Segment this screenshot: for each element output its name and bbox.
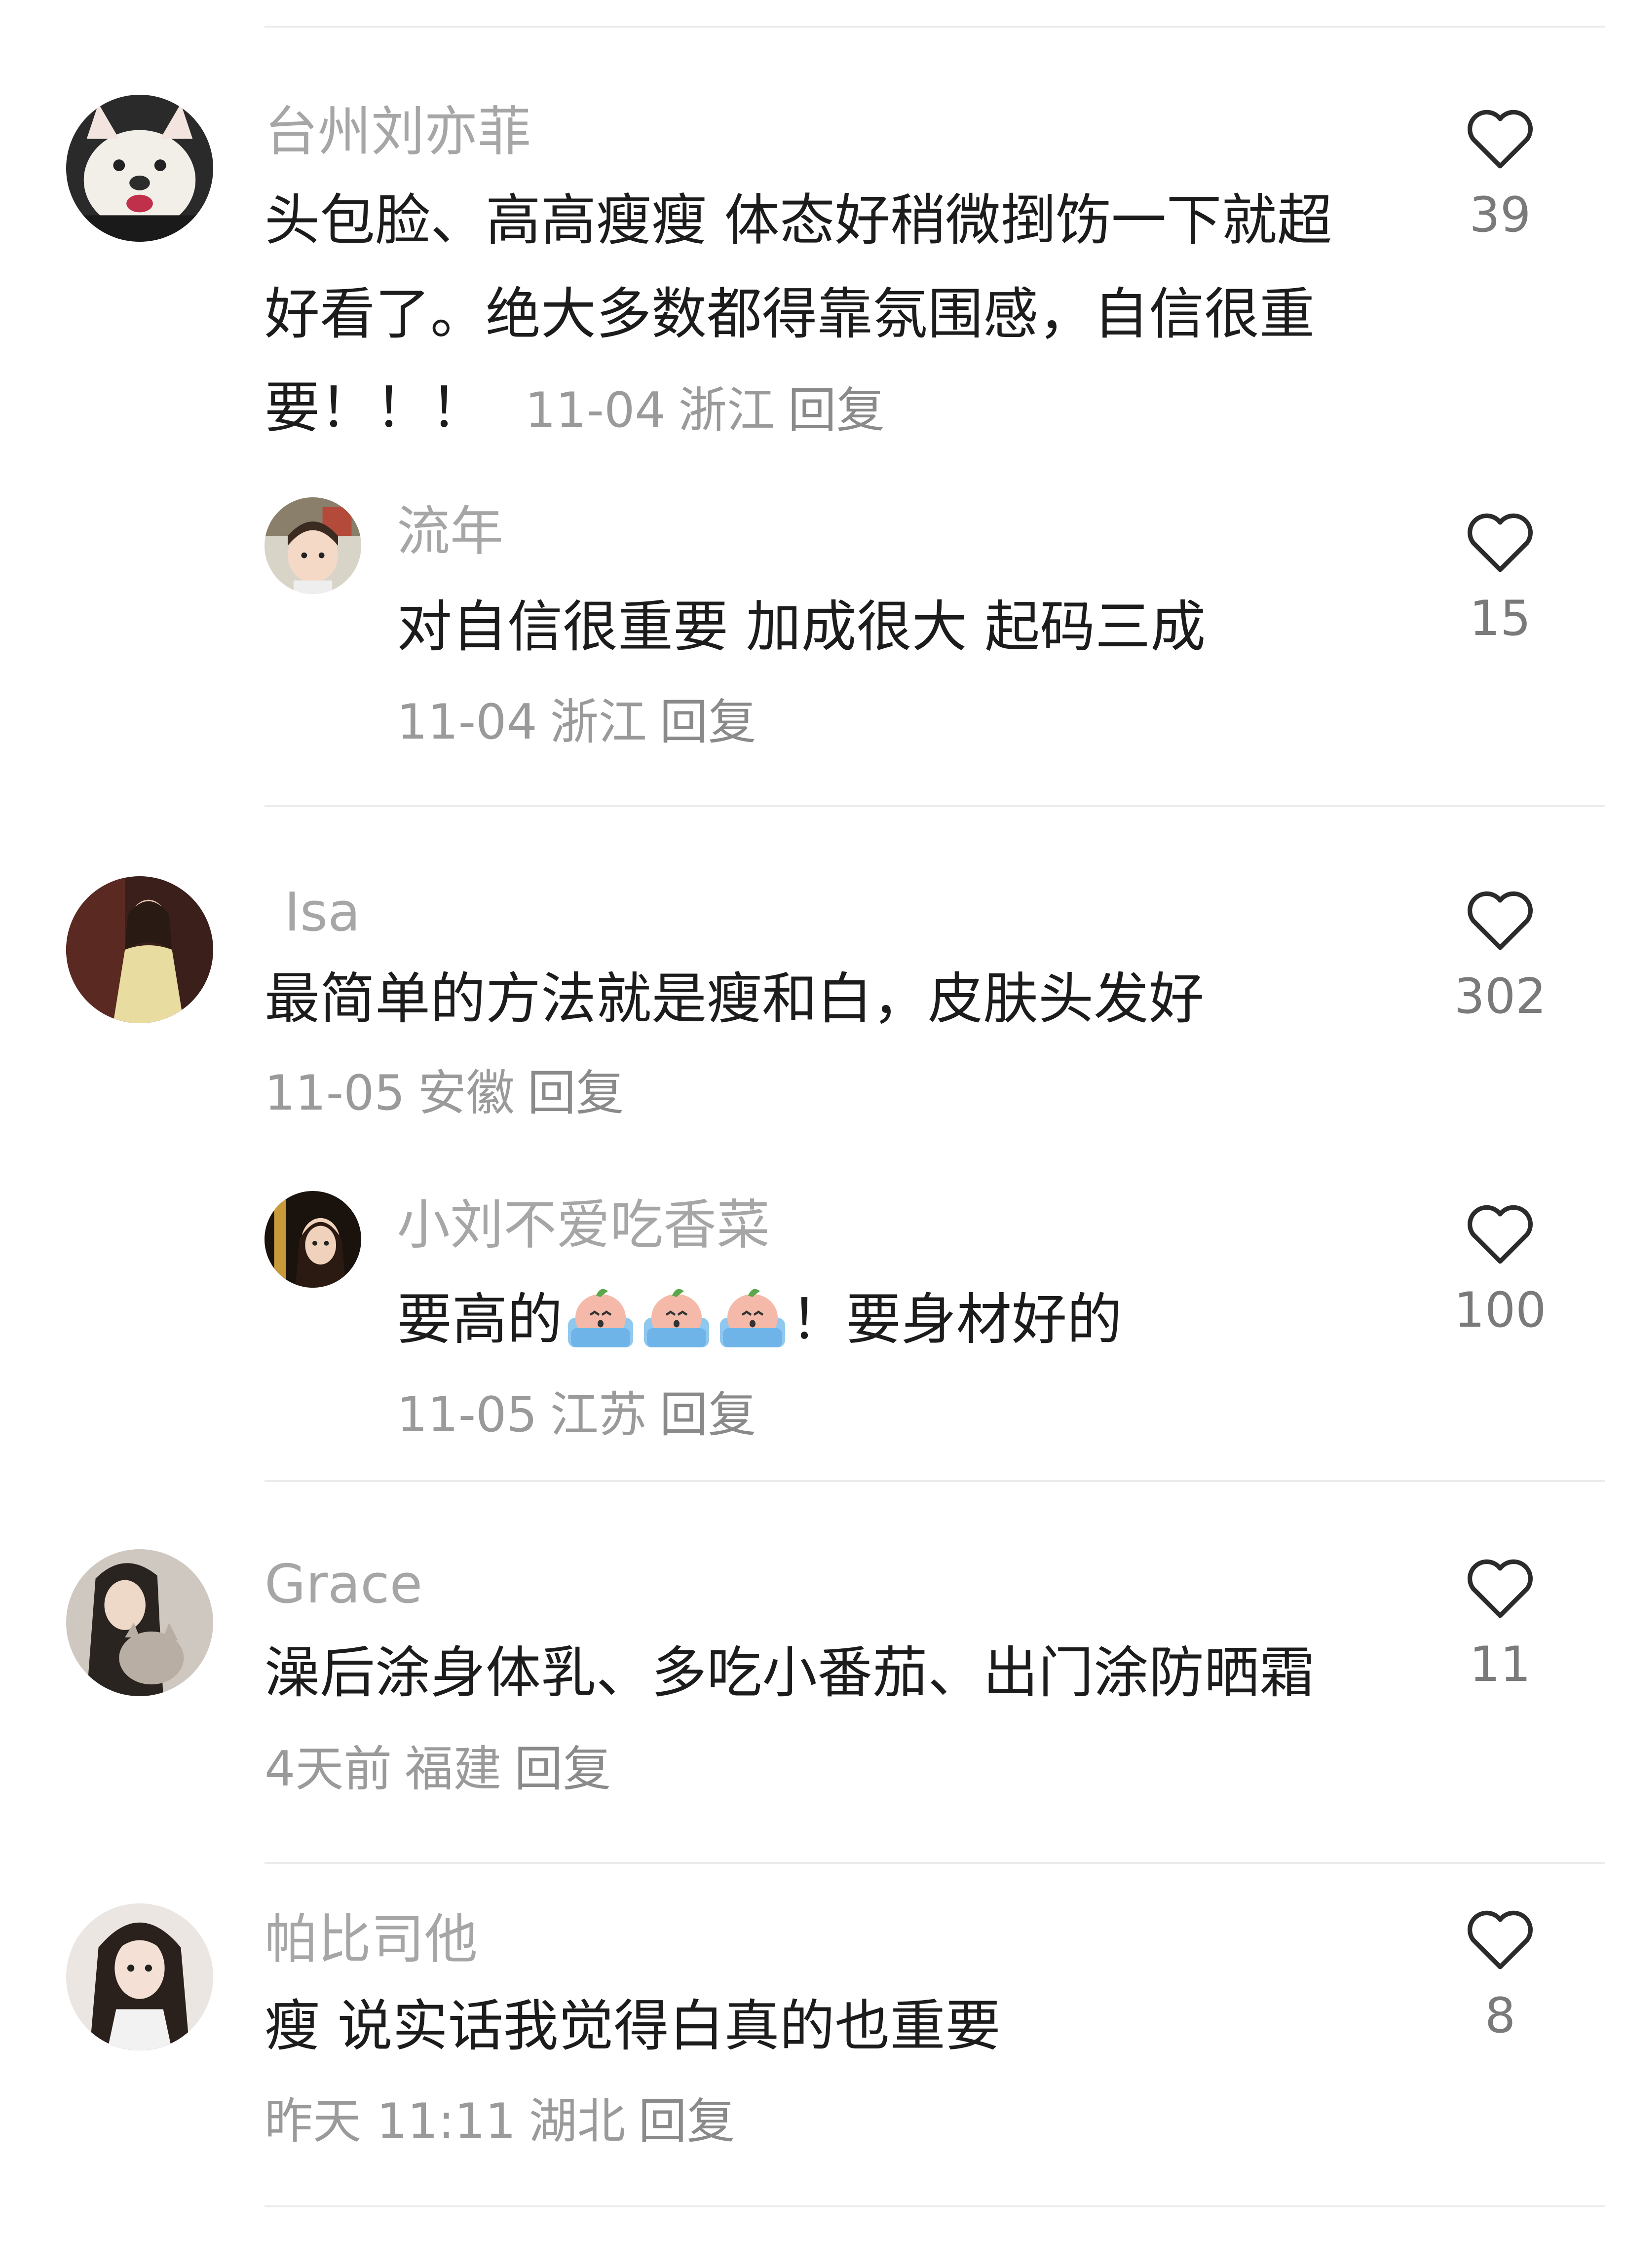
reply-meta: 11-05 江苏 回复	[397, 1385, 756, 1445]
heart-icon	[1467, 513, 1533, 572]
heart-icon	[1467, 110, 1533, 169]
comment-location: 湖北	[529, 2093, 626, 2150]
like-count: 15	[1469, 591, 1531, 647]
like-count: 11	[1469, 1636, 1531, 1693]
comment-username[interactable]: Isa	[284, 883, 360, 942]
divider-top	[265, 26, 1605, 28]
like-count: 100	[1454, 1282, 1547, 1338]
child-avatar[interactable]	[265, 497, 361, 594]
heart-icon	[1467, 891, 1533, 950]
heart-icon	[1467, 1559, 1533, 1618]
comment-username[interactable]: Grace	[265, 1555, 422, 1614]
like-button[interactable]: 39	[1451, 104, 1549, 245]
like-button[interactable]: 8	[1451, 1904, 1549, 2045]
heart-icon	[1467, 1205, 1533, 1264]
reply-location: 江苏	[550, 1387, 647, 1443]
reply-button[interactable]: 回复	[788, 382, 885, 439]
like-count: 302	[1454, 968, 1547, 1025]
reply-username[interactable]: 小刘不爱吃香菜	[397, 1196, 770, 1255]
crying-peach-emoji	[640, 1279, 714, 1353]
like-count: 39	[1469, 187, 1531, 243]
reply-date: 11-04	[397, 694, 537, 750]
divider	[265, 1480, 1605, 1482]
comment-meta: 4天前 福建 回复	[265, 1740, 611, 1799]
bulldog-avatar[interactable]	[66, 95, 213, 242]
comment-text: 头包脸、高高瘦瘦 体态好稍微捯饬一下就超好看了。绝大多数都得靠氛围感，自信很重要…	[265, 174, 1380, 457]
reply-button[interactable]: 回复	[514, 1741, 611, 1797]
girl-dark-avatar[interactable]	[265, 1191, 361, 1288]
like-button[interactable]: 100	[1451, 1199, 1549, 1340]
reply-button[interactable]: 回复	[660, 694, 756, 750]
reply-text: 要高的 ！要身材好的	[397, 1273, 1122, 1367]
comment-text: 最简单的方法就是瘦和白，皮肤头发好	[265, 967, 1204, 1031]
reply-button[interactable]: 回复	[528, 1065, 624, 1121]
crying-peach-emoji	[716, 1279, 790, 1353]
divider	[265, 1862, 1605, 1864]
comment-meta: 昨天 11:11 湖北 回复	[265, 2092, 735, 2151]
comment-meta: 11-04 浙江 回复	[525, 382, 885, 439]
girl-with-cat-avatar[interactable]	[66, 1549, 213, 1696]
reply-button[interactable]: 回复	[639, 2093, 735, 2150]
like-count: 8	[1484, 1988, 1516, 2044]
crying-peach-emoji	[564, 1279, 638, 1353]
comment-location: 浙江	[678, 382, 775, 439]
comment-date: 11-05	[265, 1065, 405, 1121]
comment-text: 澡后涂身体乳、多吃小番茄、出门涂防晒霜	[265, 1641, 1315, 1705]
comment-text: 瘦 说实话我觉得白真的也重要	[265, 1994, 1001, 2058]
comment-username[interactable]: 帕比司他	[265, 1910, 478, 1970]
reply-date: 11-05	[397, 1387, 537, 1443]
reply-username[interactable]: 流年	[397, 502, 503, 561]
divider	[265, 805, 1605, 807]
reply-button[interactable]: 回复	[660, 1387, 756, 1443]
reply-location: 浙江	[550, 694, 647, 750]
comment-date: 11-04	[525, 382, 666, 439]
reply-meta: 11-04 浙江 回复	[397, 693, 756, 752]
comment-meta: 11-05 安徽 回复	[265, 1064, 624, 1123]
comment-location: 安徽	[417, 1065, 515, 1121]
comment-username[interactable]: 台州刘亦菲	[265, 103, 531, 162]
comment-date: 昨天 11:11	[265, 2093, 516, 2150]
comment-date: 4天前	[265, 1741, 392, 1797]
heart-icon	[1467, 1910, 1533, 1970]
woman-dress-avatar[interactable]	[66, 876, 213, 1023]
comment-location: 福建	[405, 1741, 502, 1797]
like-button[interactable]: 302	[1451, 885, 1549, 1026]
like-button[interactable]: 15	[1451, 507, 1549, 648]
reply-text-after: ！要身材好的	[791, 1288, 1122, 1352]
like-button[interactable]: 11	[1451, 1553, 1549, 1694]
long-hair-girl-avatar[interactable]	[66, 1903, 213, 2050]
divider	[265, 2205, 1605, 2207]
reply-text-before: 要高的	[397, 1288, 563, 1352]
reply-text: 对自信很重要 加成很大 起码三成	[397, 595, 1206, 659]
